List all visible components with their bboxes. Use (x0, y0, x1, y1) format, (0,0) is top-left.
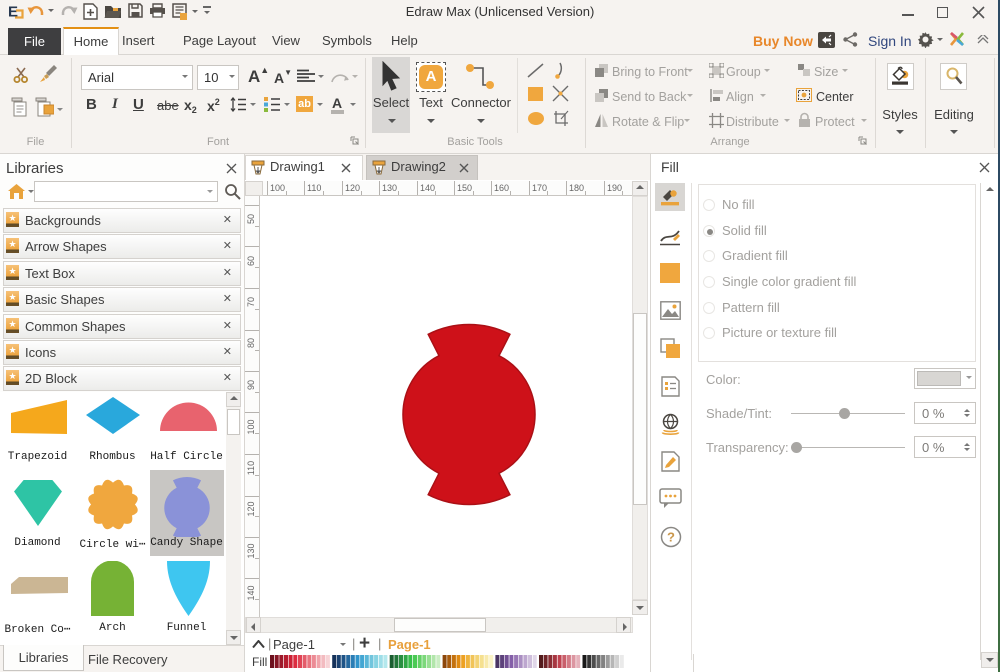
svg-text:?: ? (667, 530, 675, 545)
